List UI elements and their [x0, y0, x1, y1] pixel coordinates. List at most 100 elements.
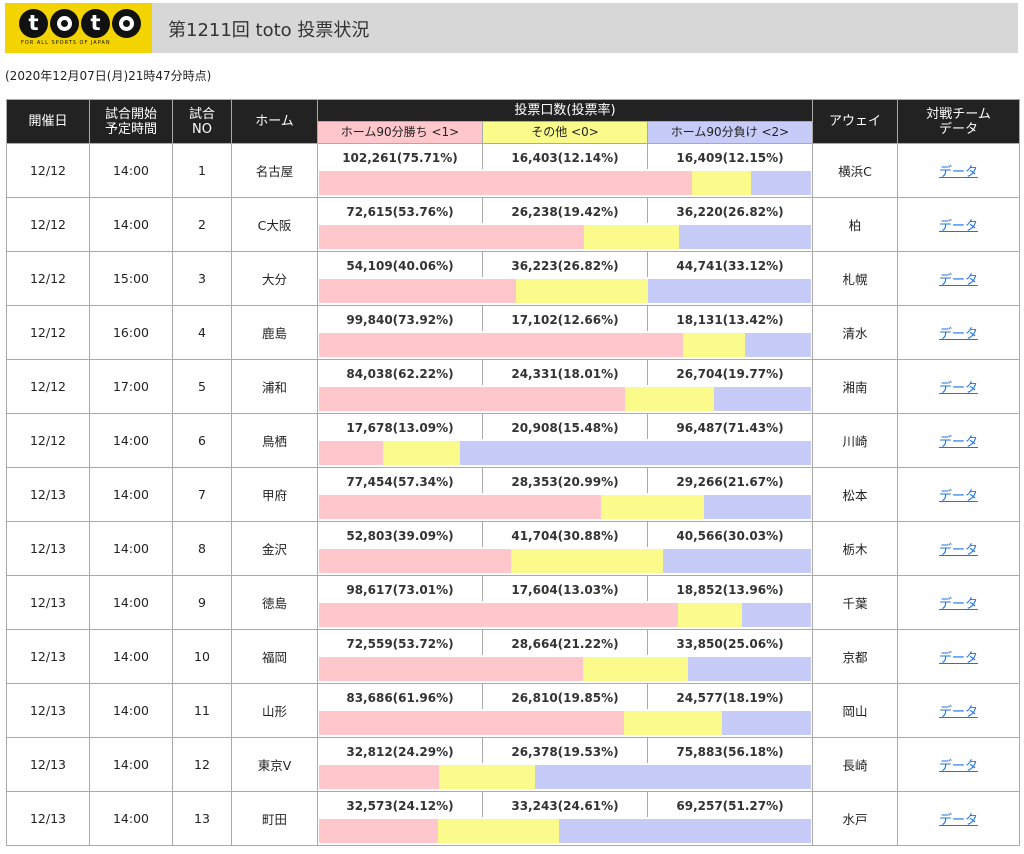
- match-no: 5: [172, 359, 232, 414]
- toto-logo[interactable]: t t FOR ALL SPORTS OF JAPAN: [5, 3, 152, 53]
- match-date: 12/13: [6, 791, 90, 846]
- home-lose-votes: 36,220(26.82%): [646, 197, 814, 224]
- match-no: 8: [172, 521, 232, 576]
- home-lose-votes: 44,741(33.12%): [646, 251, 814, 278]
- team-data-link[interactable]: データ: [939, 273, 978, 288]
- draw-votes: 36,223(26.82%): [482, 251, 648, 278]
- match-date: 12/13: [6, 521, 90, 576]
- home-win-votes: 17,678(13.09%): [317, 413, 483, 440]
- away-team: 岡山: [812, 683, 899, 738]
- home-win-segment: [319, 225, 584, 250]
- home-win-segment: [319, 819, 438, 844]
- draw-segment: [437, 819, 559, 844]
- home-lose-segment: [721, 711, 811, 736]
- away-team: 水戸: [812, 791, 899, 846]
- home-lose-votes: 40,566(30.03%): [646, 521, 814, 548]
- away-team: 札幌: [812, 251, 899, 306]
- home-win-votes: 32,812(24.29%): [317, 737, 483, 764]
- header-home: ホーム: [231, 99, 318, 144]
- draw-votes: 17,604(13.03%): [482, 575, 648, 602]
- home-lose-segment: [687, 657, 811, 682]
- match-start-time: 14:00: [89, 737, 173, 792]
- home-team: 福岡: [231, 629, 318, 684]
- home-win-segment: [319, 333, 683, 358]
- team-data-cell: データ: [897, 791, 1021, 846]
- page-title: 第1211回 toto 投票状況: [168, 20, 370, 41]
- home-win-segment: [319, 387, 626, 412]
- draw-segment: [682, 333, 745, 358]
- home-lose-votes: 29,266(21.67%): [646, 467, 814, 494]
- header-draw: その他 <0>: [482, 121, 648, 144]
- draw-segment: [438, 765, 535, 790]
- table-row: 12/12 14:00 2 C大阪 72,615(53.76%) 26,238(19.42…: [6, 197, 1021, 252]
- match-date: 12/12: [6, 197, 90, 252]
- home-win-segment: [319, 711, 624, 736]
- draw-segment: [583, 657, 688, 682]
- away-team: 清水: [812, 305, 899, 360]
- team-data-link[interactable]: データ: [939, 489, 978, 504]
- home-team: 鹿島: [231, 305, 318, 360]
- team-data-link[interactable]: データ: [939, 435, 978, 450]
- team-data-link[interactable]: データ: [939, 813, 978, 828]
- header-home-lose: ホーム90分負け <2>: [646, 121, 814, 144]
- team-data-link[interactable]: データ: [939, 327, 978, 342]
- match-no: 1: [172, 143, 232, 198]
- match-date: 12/12: [6, 413, 90, 468]
- match-start-time: 14:00: [89, 683, 173, 738]
- home-lose-segment: [744, 333, 811, 358]
- vote-ratio-cell: [316, 547, 814, 577]
- draw-segment: [583, 225, 680, 250]
- home-win-segment: [319, 657, 584, 682]
- home-lose-votes: 69,257(51.27%): [646, 791, 814, 818]
- team-data-link[interactable]: データ: [939, 759, 978, 774]
- draw-segment: [601, 495, 705, 520]
- team-data-cell: データ: [897, 521, 1021, 576]
- header-date: 開催日: [6, 99, 90, 144]
- home-win-segment: [319, 549, 512, 574]
- home-lose-segment: [704, 495, 811, 520]
- home-win-votes: 54,109(40.06%): [317, 251, 483, 278]
- home-team: 名古屋: [231, 143, 318, 198]
- team-data-link[interactable]: データ: [939, 705, 978, 720]
- home-win-segment: [319, 441, 384, 466]
- match-start-time: 14:00: [89, 197, 173, 252]
- team-data-link[interactable]: データ: [939, 219, 978, 234]
- team-data-cell: データ: [897, 305, 1021, 360]
- team-data-link[interactable]: データ: [939, 597, 978, 612]
- table-row: 12/13 14:00 8 金沢 52,803(39.09%) 41,704(30.88%…: [6, 521, 1021, 576]
- vote-ratio-cell: [316, 223, 814, 253]
- header-home-win: ホーム90分勝ち <1>: [317, 121, 483, 144]
- away-team: 川崎: [812, 413, 899, 468]
- draw-votes: 26,238(19.42%): [482, 197, 648, 224]
- team-data-link[interactable]: データ: [939, 165, 978, 180]
- match-no: 10: [172, 629, 232, 684]
- match-date: 12/13: [6, 683, 90, 738]
- vote-ratio-bar: [319, 711, 811, 736]
- team-data-cell: データ: [897, 737, 1021, 792]
- draw-votes: 28,664(21.22%): [482, 629, 648, 656]
- table-row: 12/12 14:00 1 名古屋 102,261(75.71%) 16,403(12.1…: [6, 143, 1021, 198]
- team-data-cell: データ: [897, 467, 1021, 522]
- team-data-link[interactable]: データ: [939, 651, 978, 666]
- home-win-segment: [319, 765, 439, 790]
- home-win-votes: 83,686(61.96%): [317, 683, 483, 710]
- home-lose-votes: 26,704(19.77%): [646, 359, 814, 386]
- table-row: 12/13 14:00 7 甲府 77,454(57.34%) 28,353(20.99%…: [6, 467, 1021, 522]
- home-team: C大阪: [231, 197, 318, 252]
- match-start-time: 14:00: [89, 413, 173, 468]
- home-team: 大分: [231, 251, 318, 306]
- home-win-segment: [319, 495, 602, 520]
- away-team: 松本: [812, 467, 899, 522]
- home-lose-segment: [751, 171, 811, 196]
- match-no: 6: [172, 413, 232, 468]
- draw-votes: 16,403(12.14%): [482, 143, 648, 170]
- home-win-segment: [319, 171, 692, 196]
- vote-ratio-cell: [316, 169, 814, 199]
- vote-ratio-cell: [316, 493, 814, 523]
- team-data-link[interactable]: データ: [939, 543, 978, 558]
- update-timestamp: (2020年12月07日(月)21時47分時点): [5, 69, 212, 83]
- home-lose-segment: [679, 225, 811, 250]
- home-lose-votes: 16,409(12.15%): [646, 143, 814, 170]
- team-data-link[interactable]: データ: [939, 381, 978, 396]
- match-no: 13: [172, 791, 232, 846]
